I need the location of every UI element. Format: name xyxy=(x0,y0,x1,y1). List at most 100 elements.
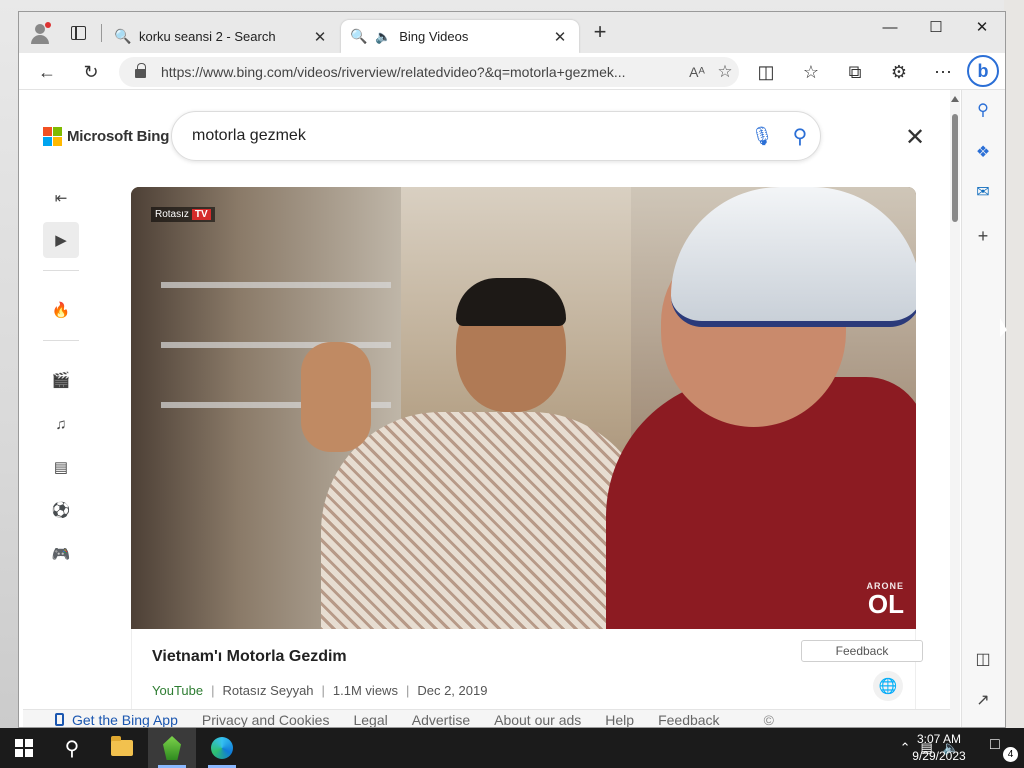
refresh-button[interactable]: ↻ xyxy=(77,58,105,86)
watermark-big: OL xyxy=(867,589,904,619)
collections-icon[interactable]: ⧉ xyxy=(841,58,869,86)
scrollbar-thumb[interactable] xyxy=(952,114,958,222)
gaming-controller-icon[interactable]: 🎮 xyxy=(43,536,79,572)
page-content: Microsoft Bing motorla gezmek 🎙 ⚲ ✕ ⇤ ▶ … xyxy=(23,90,951,728)
sidebar-panel-icon[interactable]: ◫ xyxy=(971,647,995,671)
clock-time: 3:07 AM xyxy=(916,732,962,746)
footer-link-privacy[interactable]: Privacy and Cookies xyxy=(202,712,330,728)
clock-date: 9/29/2023 xyxy=(912,749,966,763)
channel-logo-badge: Rotasız TV xyxy=(151,207,215,222)
footer-link-about-ads[interactable]: About our ads xyxy=(494,712,581,728)
ms-square-blue xyxy=(43,137,52,146)
collapse-panel-icon[interactable]: ⇤ xyxy=(43,180,79,216)
edge-browser-icon[interactable] xyxy=(198,728,246,768)
separator: | xyxy=(321,683,325,698)
footer-link-feedback[interactable]: Feedback xyxy=(658,712,719,728)
ms-square-green xyxy=(53,127,62,136)
video-source[interactable]: YouTube xyxy=(152,683,203,698)
notification-icon[interactable]: □ 4 xyxy=(990,736,1018,762)
more-menu-icon[interactable]: ⋯ xyxy=(929,58,957,86)
video-frame-person xyxy=(211,278,651,629)
favorite-star-icon[interactable]: ☆ xyxy=(711,62,739,82)
favorites-icon[interactable]: ☆ xyxy=(797,58,825,86)
search-icon: 🔍 xyxy=(350,28,368,44)
close-tab-icon[interactable]: ✕ xyxy=(311,28,329,46)
footer-link-help[interactable]: Help xyxy=(605,712,634,728)
edge-sidebar: ⚲ ❖ ✉ + ◫ ↗ ⚙ xyxy=(961,90,1005,727)
notification-badge: 4 xyxy=(1003,747,1018,762)
feedback-button[interactable]: Feedback xyxy=(801,640,923,662)
search-icon: 🔍 xyxy=(114,28,132,44)
search-taskbar-icon[interactable]: ⚲ xyxy=(48,728,96,768)
split-screen-icon[interactable]: ◫ xyxy=(752,58,780,86)
read-aloud-icon[interactable]: Aᴬ xyxy=(683,64,711,80)
separator: | xyxy=(405,683,410,698)
tab-title: korku seansi 2 - Search xyxy=(139,29,276,44)
watermark-top: ARONE xyxy=(866,581,904,591)
window-controls: — ☐ ✕ xyxy=(867,12,1005,42)
taskbar-clock[interactable]: 3:07 AM 9/29/2023 xyxy=(904,731,974,765)
tab-bar: 🔍 korku seansi 2 - Search ✕ 🔍 🔈 Bing Vid… xyxy=(19,12,1005,53)
sports-ball-icon[interactable]: ⚽ xyxy=(43,492,79,528)
sidebar-external-link-icon[interactable]: ↗ xyxy=(971,688,995,712)
start-button[interactable] xyxy=(0,728,48,768)
phone-icon xyxy=(55,713,64,726)
scroll-up-arrow[interactable] xyxy=(951,96,959,102)
extensions-icon[interactable]: ⚙ xyxy=(885,58,913,86)
footer-link-advertise[interactable]: Advertise xyxy=(412,712,470,728)
taskbar: ⚲ ⌃ ▤ 🔈 3:07 AM 9/29/2023 □ 4 xyxy=(0,728,1024,768)
videos-icon[interactable]: ▶ xyxy=(43,222,79,258)
bing-chat-icon[interactable]: b xyxy=(967,55,999,87)
video-channel: Rotasız Seyyah xyxy=(222,683,314,698)
page-footer: Get the Bing App Privacy and Cookies Leg… xyxy=(23,709,951,728)
get-bing-app-link[interactable]: Get the Bing App xyxy=(55,711,178,728)
minimize-button[interactable]: — xyxy=(867,12,913,42)
trending-flame-icon[interactable]: 🔥 xyxy=(43,292,79,328)
video-info-line: YouTube | Rotasız Seyyah | 1.1M views | … xyxy=(152,683,487,698)
speaker-icon[interactable]: 🔈 xyxy=(375,29,391,45)
get-app-label: Get the Bing App xyxy=(72,711,178,728)
video-frame-person-helmet xyxy=(606,187,916,629)
microphone-icon[interactable]: 🎙 xyxy=(744,126,780,147)
address-bar[interactable]: https://www.bing.com/videos/riverview/re… xyxy=(119,57,739,87)
profile-icon[interactable] xyxy=(29,22,51,44)
page-scrollbar[interactable] xyxy=(950,90,960,727)
tab-bing-videos[interactable]: 🔍 🔈 Bing Videos ✕ xyxy=(341,20,579,53)
ms-square-red xyxy=(43,127,52,136)
badge-tv: TV xyxy=(191,209,211,220)
badge-text: Rotasız xyxy=(155,209,189,220)
music-note-icon[interactable]: ♫ xyxy=(43,406,79,442)
search-box[interactable]: motorla gezmek 🎙 ⚲ xyxy=(171,111,821,161)
close-window-button[interactable]: ✕ xyxy=(959,12,1005,42)
search-icon[interactable]: ⚲ xyxy=(780,124,820,149)
maximize-button[interactable]: ☐ xyxy=(913,12,959,42)
video-player[interactable]: Rotasız TV ARONE OL xyxy=(131,187,916,629)
close-video-button[interactable]: ✕ xyxy=(905,123,925,152)
toolbar: ← ↻ https://www.bing.com/videos/rivervie… xyxy=(19,53,1005,90)
tab-title: Bing Videos xyxy=(399,29,469,44)
nav-divider xyxy=(43,270,79,271)
sidebar-add-icon[interactable]: + xyxy=(971,224,995,248)
search-input[interactable]: motorla gezmek xyxy=(192,127,744,145)
file-explorer-icon[interactable] xyxy=(98,728,146,768)
lock-icon[interactable] xyxy=(135,63,147,78)
bing-logo[interactable]: Microsoft Bing xyxy=(43,127,169,146)
new-tab-button[interactable]: + xyxy=(590,21,610,43)
footer-link-legal[interactable]: Legal xyxy=(353,712,387,728)
sidebar-outlook-icon[interactable]: ✉ xyxy=(971,180,995,204)
tab-korku-seansi[interactable]: 🔍 korku seansi 2 - Search ✕ xyxy=(105,20,339,53)
video-title[interactable]: Vietnam'ı Motorla Gezdim xyxy=(152,648,347,666)
video-views: 1.1M views xyxy=(332,683,398,698)
tab-actions-icon[interactable] xyxy=(71,26,86,40)
news-icon[interactable]: ▤ xyxy=(43,449,79,485)
sidebar-tools-icon[interactable]: ❖ xyxy=(971,140,995,164)
globe-icon[interactable]: 🌐 xyxy=(873,671,903,701)
url-text[interactable]: https://www.bing.com/videos/riverview/re… xyxy=(161,64,683,80)
movies-clapper-icon[interactable]: 🎬 xyxy=(43,362,79,398)
microsoft-logo-icon xyxy=(43,127,62,146)
back-button[interactable]: ← xyxy=(33,58,61,86)
sidebar-search-icon[interactable]: ⚲ xyxy=(971,98,995,122)
app-gem-icon[interactable] xyxy=(148,728,196,768)
close-tab-icon[interactable]: ✕ xyxy=(551,28,569,46)
windows-logo-icon xyxy=(15,739,33,757)
